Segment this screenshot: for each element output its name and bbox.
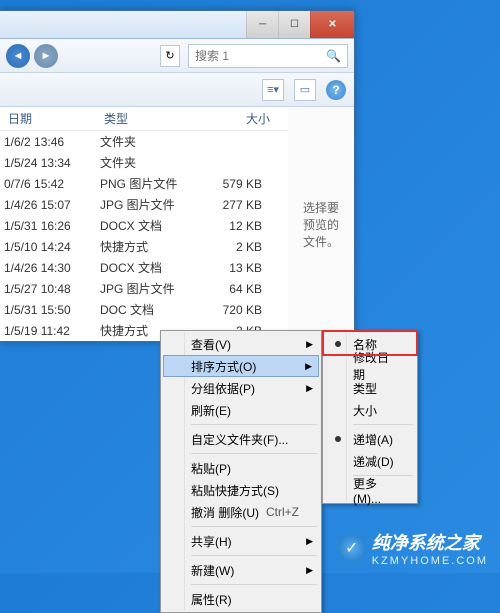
close-button[interactable]: ✕ xyxy=(310,11,354,38)
col-date[interactable]: 日期 xyxy=(4,110,100,127)
cell-type: 快捷方式 xyxy=(100,238,194,255)
context-menu[interactable]: 查看(V)▶ 排序方式(O)▶ 分组依据(P)▶ 刷新(E) 自定义文件夹(F)… xyxy=(160,330,322,613)
menu-paste[interactable]: 粘贴(P) xyxy=(163,457,319,479)
cell-type: JPG 图片文件 xyxy=(100,280,194,297)
cell-size: 277 KB xyxy=(194,198,274,212)
sort-asc[interactable]: 递增(A) xyxy=(325,428,415,450)
back-button[interactable]: ◄ xyxy=(6,44,30,68)
submenu-arrow-icon: ▶ xyxy=(306,536,313,547)
maximize-icon: ☐ xyxy=(290,19,299,30)
menu-new[interactable]: 新建(W)▶ xyxy=(163,559,319,581)
menu-group[interactable]: 分组依据(P)▶ xyxy=(163,377,319,399)
table-row[interactable]: 1/5/31 15:50DOC 文档720 KB xyxy=(0,299,288,320)
menu-refresh[interactable]: 刷新(E) xyxy=(163,399,319,421)
cell-type: PNG 图片文件 xyxy=(100,175,194,192)
cell-date: 1/5/19 11:42 xyxy=(4,324,100,338)
explorer-window: ─ ☐ ✕ ◄ ► ↻ 🔍 ≡▾ ▭ ? 日期 类型 大小 1/6/2 13:4… xyxy=(0,10,355,342)
table-row[interactable]: 0/7/6 15:42PNG 图片文件579 KB xyxy=(0,173,288,194)
logo-icon: ✓ xyxy=(338,534,366,562)
watermark: ✓ 纯净系统之家 KZMYHOME.COM xyxy=(338,529,488,567)
sort-type[interactable]: 类型 xyxy=(325,377,415,399)
cell-type: DOCX 文档 xyxy=(100,217,194,234)
titlebar: ─ ☐ ✕ xyxy=(0,11,354,39)
toolbar: ≡▾ ▭ ? xyxy=(0,73,354,107)
submenu-arrow-icon: ▶ xyxy=(306,383,313,394)
sort-more[interactable]: 更多(M)... xyxy=(325,479,415,501)
menu-share[interactable]: 共享(H)▶ xyxy=(163,530,319,552)
sort-submenu[interactable]: 名称 修改日期 类型 大小 递增(A) 递减(D) 更多(M)... xyxy=(322,330,418,504)
maximize-button[interactable]: ☐ xyxy=(278,11,310,38)
cell-size: 13 KB xyxy=(194,261,274,275)
table-row[interactable]: 1/5/31 16:26DOCX 文档12 KB xyxy=(0,215,288,236)
cell-date: 1/5/27 10:48 xyxy=(4,282,100,296)
cell-type: DOCX 文档 xyxy=(100,259,194,276)
view-options-button[interactable]: ≡▾ xyxy=(262,79,284,101)
cell-type: 文件夹 xyxy=(100,133,194,150)
sort-date[interactable]: 修改日期 xyxy=(325,355,415,377)
cell-size: 12 KB xyxy=(194,219,274,233)
table-row[interactable]: 1/4/26 14:30DOCX 文档13 KB xyxy=(0,257,288,278)
cell-size: 2 KB xyxy=(194,240,274,254)
minimize-button[interactable]: ─ xyxy=(246,11,278,38)
table-row[interactable]: 1/5/24 13:34文件夹 xyxy=(0,152,288,173)
refresh-button[interactable]: ↻ xyxy=(160,45,180,67)
preview-pane-button[interactable]: ▭ xyxy=(294,79,316,101)
cell-date: 1/5/31 15:50 xyxy=(4,303,100,317)
cell-date: 1/4/26 14:30 xyxy=(4,261,100,275)
col-size[interactable]: 大小 xyxy=(194,110,274,127)
menu-sort[interactable]: 排序方式(O)▶ xyxy=(163,355,319,377)
table-row[interactable]: 1/4/26 15:07JPG 图片文件277 KB xyxy=(0,194,288,215)
column-headers[interactable]: 日期 类型 大小 xyxy=(0,107,288,131)
cell-type: JPG 图片文件 xyxy=(100,196,194,213)
submenu-arrow-icon: ▶ xyxy=(305,361,312,372)
search-box[interactable]: 🔍 xyxy=(188,44,348,68)
submenu-arrow-icon: ▶ xyxy=(306,565,313,576)
cell-size: 579 KB xyxy=(194,177,274,191)
preview-pane: 选择要预览的文件。 xyxy=(288,107,354,341)
sort-desc[interactable]: 递减(D) xyxy=(325,450,415,472)
cell-size: 64 KB xyxy=(194,282,274,296)
cell-date: 1/5/10 14:24 xyxy=(4,240,100,254)
table-row[interactable]: 1/6/2 13:46文件夹 xyxy=(0,131,288,152)
radio-selected-icon xyxy=(335,436,341,442)
submenu-arrow-icon: ▶ xyxy=(306,339,313,350)
forward-button[interactable]: ► xyxy=(34,44,58,68)
nav-bar: ◄ ► ↻ 🔍 xyxy=(0,39,354,73)
table-row[interactable]: 1/5/27 10:48JPG 图片文件64 KB xyxy=(0,278,288,299)
cell-date: 0/7/6 15:42 xyxy=(4,177,100,191)
cell-type: 文件夹 xyxy=(100,154,194,171)
menu-undo[interactable]: 撤消 删除(U)Ctrl+Z xyxy=(163,501,319,523)
help-button[interactable]: ? xyxy=(326,80,346,100)
preview-message: 选择要预览的文件。 xyxy=(298,199,344,250)
cell-type: DOC 文档 xyxy=(100,301,194,318)
cell-date: 1/4/26 15:07 xyxy=(4,198,100,212)
file-list[interactable]: 日期 类型 大小 1/6/2 13:46文件夹1/5/24 13:34文件夹0/… xyxy=(0,107,288,341)
search-icon: 🔍 xyxy=(326,49,341,63)
radio-selected-icon xyxy=(335,341,341,347)
search-input[interactable] xyxy=(195,49,322,63)
minimize-icon: ─ xyxy=(259,19,266,30)
sort-size[interactable]: 大小 xyxy=(325,399,415,421)
menu-properties[interactable]: 属性(R) xyxy=(163,588,319,610)
cell-size: 720 KB xyxy=(194,303,274,317)
watermark-url: KZMYHOME.COM xyxy=(372,555,488,567)
col-type[interactable]: 类型 xyxy=(100,110,194,127)
close-icon: ✕ xyxy=(328,19,336,30)
cell-date: 1/5/24 13:34 xyxy=(4,156,100,170)
table-row[interactable]: 1/5/10 14:24快捷方式2 KB xyxy=(0,236,288,257)
watermark-text: 纯净系统之家 xyxy=(372,529,488,555)
menu-custom-folder[interactable]: 自定义文件夹(F)... xyxy=(163,428,319,450)
content-area: 日期 类型 大小 1/6/2 13:46文件夹1/5/24 13:34文件夹0/… xyxy=(0,107,354,341)
cell-date: 1/6/2 13:46 xyxy=(4,135,100,149)
menu-paste-shortcut[interactable]: 粘贴快捷方式(S) xyxy=(163,479,319,501)
menu-view[interactable]: 查看(V)▶ xyxy=(163,333,319,355)
cell-date: 1/5/31 16:26 xyxy=(4,219,100,233)
